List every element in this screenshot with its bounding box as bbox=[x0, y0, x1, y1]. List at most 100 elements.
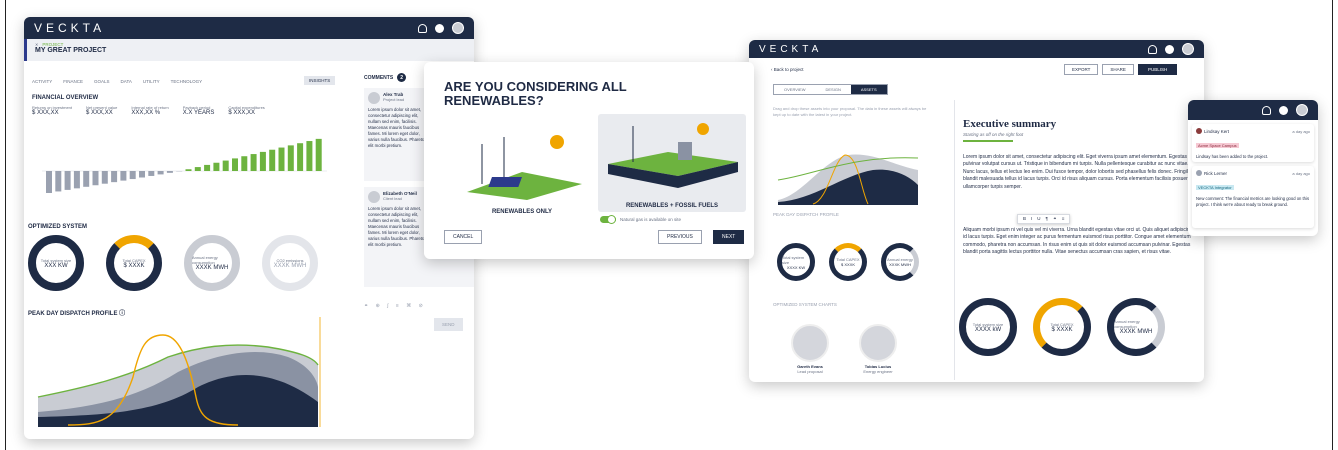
notification-card[interactable]: Lindsay Kert a day ago Acme Space Campus … bbox=[1192, 124, 1314, 162]
asset-dispatch-chart[interactable] bbox=[773, 140, 923, 210]
notification-name: Rick Lerner bbox=[1204, 170, 1228, 176]
cashflow-bars bbox=[46, 138, 322, 193]
cashflow-bar bbox=[232, 158, 238, 171]
tab-overview[interactable]: OVERVIEW bbox=[774, 85, 816, 94]
list-icon[interactable]: ≡ bbox=[1062, 216, 1065, 222]
option-label: RENEWABLES ONLY bbox=[491, 209, 553, 215]
report-tabs: OVERVIEW DESIGN ASSETS bbox=[773, 84, 888, 95]
notification-badge bbox=[435, 23, 444, 33]
metric-capex: Capital expenditures $ XXX,XX bbox=[228, 105, 264, 116]
cashflow-bar bbox=[64, 171, 71, 190]
notification-card[interactable]: Rick Lerner a day ago VECKTA Integrator N… bbox=[1192, 166, 1314, 228]
bold-icon[interactable]: B bbox=[1023, 216, 1026, 222]
cashflow-bar bbox=[111, 171, 118, 183]
system-donuts: Total system size XXX KW Total CAPEX $ X… bbox=[28, 235, 318, 291]
metric-payback: Payback period X.X YEARS bbox=[183, 105, 215, 116]
charts-label: OPTIMIZED SYSTEM CHARTS bbox=[773, 302, 837, 307]
tab-activity[interactable]: ACTIVITY bbox=[32, 79, 52, 84]
fossil-illustration bbox=[608, 123, 738, 188]
cashflow-bar bbox=[194, 167, 201, 171]
cashflow-bar bbox=[46, 171, 52, 193]
tab-utility[interactable]: UTILITY bbox=[143, 79, 160, 84]
cashflow-bar-chart bbox=[42, 138, 327, 193]
tab-insights[interactable]: INSIGHTS bbox=[304, 76, 336, 85]
brand-logo: VECKTA bbox=[759, 43, 823, 55]
user-avatar[interactable] bbox=[452, 22, 464, 34]
tab-design[interactable]: DESIGN bbox=[816, 85, 851, 94]
previous-button[interactable]: PREVIOUS bbox=[658, 230, 702, 244]
tab-goals[interactable]: GOALS bbox=[94, 79, 110, 84]
cashflow-bar bbox=[287, 145, 294, 171]
brand-logo: VECKTA bbox=[34, 21, 106, 35]
divider bbox=[954, 100, 955, 380]
user-avatar[interactable] bbox=[1182, 43, 1194, 55]
mini-donut-capex[interactable]: Total CAPEX $ XXXK bbox=[829, 243, 867, 281]
tab-data[interactable]: DATA bbox=[121, 79, 132, 84]
bell-icon[interactable] bbox=[1262, 105, 1271, 115]
donut-value: $ XXXK bbox=[840, 262, 855, 267]
publish-button[interactable]: PUBLISH bbox=[1137, 64, 1178, 75]
exec-paragraph[interactable]: Lorem ipsum dolor sit amet, consectetur … bbox=[963, 154, 1193, 214]
comment-format-toolbar[interactable]: ⚭ ⊕ ∫ ≡ ⌘ ⊘ bbox=[364, 303, 426, 309]
avatar bbox=[791, 324, 829, 362]
mini-donut-energy[interactable]: Annual energy XXXK MWH bbox=[881, 243, 919, 281]
gas-toggle[interactable] bbox=[600, 215, 616, 224]
solar-panel-icon bbox=[488, 177, 522, 187]
cashflow-bar bbox=[259, 151, 266, 171]
italic-icon[interactable]: I bbox=[1031, 216, 1032, 222]
donut-value: $ XXXK bbox=[1051, 326, 1073, 333]
renewables-illustration bbox=[467, 135, 582, 200]
toggle-label: Natural gas is available on site bbox=[620, 217, 682, 222]
donut-value: XXXK MWH bbox=[195, 265, 229, 271]
cashflow-bar bbox=[185, 169, 192, 171]
exec-paragraph[interactable]: Aliquam morbi ipsum ni vel quis vel mi v… bbox=[963, 227, 1193, 279]
send-button[interactable]: SEND bbox=[434, 318, 463, 331]
cashflow-bar bbox=[250, 154, 257, 171]
comment-text: Lorem ipsum dolor sit amet, consectetur … bbox=[368, 107, 426, 148]
metric-value: XXX,XX % bbox=[131, 110, 161, 116]
hill-shape bbox=[467, 172, 582, 200]
cashflow-bar bbox=[139, 171, 145, 178]
donut-label: Annual energy consumption bbox=[192, 255, 218, 265]
notification-time: a day ago bbox=[1292, 170, 1310, 176]
bell-icon[interactable] bbox=[418, 23, 427, 33]
comments-title: COMMENTS bbox=[364, 74, 394, 81]
tab-finance[interactable]: FINANCE bbox=[63, 79, 83, 84]
member-role: Lead proposal bbox=[797, 369, 823, 374]
notifications-popup: Lindsay Kert a day ago Acme Space Campus … bbox=[1188, 100, 1318, 236]
cashflow-bar bbox=[278, 147, 285, 171]
tab-technology[interactable]: TECHNOLOGY bbox=[171, 79, 203, 84]
option-renewables-fossil[interactable]: RENEWABLES + FOSSIL FUELS bbox=[598, 114, 746, 212]
cashflow-bar bbox=[157, 171, 164, 175]
donut-value: XXXX KW bbox=[786, 264, 806, 270]
cashflow-bar bbox=[166, 171, 173, 173]
bell-icon[interactable] bbox=[1148, 44, 1157, 54]
avatar bbox=[1196, 170, 1202, 176]
heading-icon[interactable]: ¶ bbox=[1046, 216, 1048, 222]
cancel-button[interactable]: CANCEL bbox=[444, 230, 483, 244]
export-button[interactable]: EXPORT bbox=[1064, 64, 1099, 75]
donut-value: $ XXXK bbox=[123, 262, 145, 269]
big-donut-system: Total system size XXXX kW bbox=[959, 298, 1017, 356]
share-button[interactable]: SHARE bbox=[1102, 64, 1134, 75]
metric-npv: Net present value $ XXX,XX bbox=[86, 105, 117, 116]
option-renewables-only[interactable]: RENEWABLES ONLY bbox=[452, 122, 592, 215]
cashflow-bar bbox=[129, 171, 136, 180]
notification-time: a day ago bbox=[1292, 128, 1310, 134]
sun-icon bbox=[697, 123, 709, 135]
back-link[interactable]: ‹ Back to project bbox=[771, 67, 804, 72]
underline-icon[interactable]: U bbox=[1037, 216, 1040, 222]
avatar bbox=[1196, 128, 1202, 134]
next-button[interactable]: NEXT bbox=[713, 230, 745, 244]
exec-title: Executive summary bbox=[963, 118, 1057, 130]
dispatch-area-chart bbox=[37, 317, 321, 427]
team-member[interactable]: Gareth Evans Lead proposal bbox=[791, 324, 829, 374]
team-member[interactable]: Tobias Lucius Energy engineer bbox=[859, 324, 897, 374]
tab-assets[interactable]: ASSETS bbox=[850, 85, 887, 94]
cashflow-bar bbox=[73, 171, 80, 189]
user-avatar[interactable] bbox=[1296, 104, 1308, 116]
mini-donut-system[interactable]: Total system size XXXX KW bbox=[777, 243, 815, 281]
link-icon[interactable]: ⚭ bbox=[1053, 216, 1057, 222]
cashflow-bar bbox=[55, 171, 62, 192]
cashflow-bar bbox=[120, 171, 127, 181]
